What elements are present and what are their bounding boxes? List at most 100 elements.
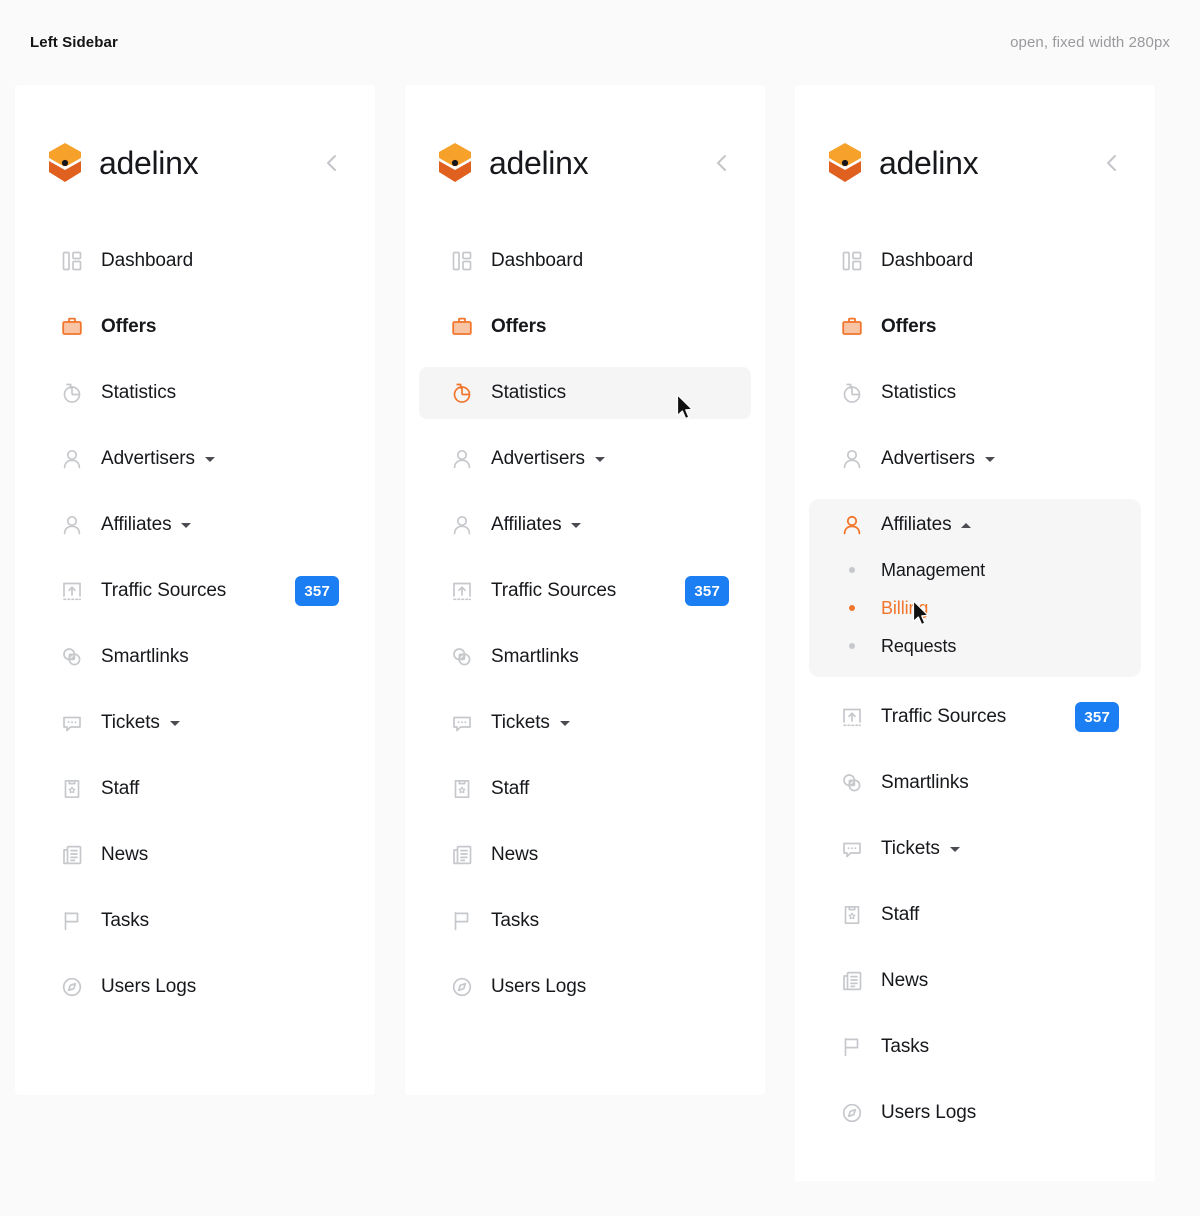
sidebar-item-label: Users Logs bbox=[101, 976, 197, 997]
sidebar-item-label: Tasks bbox=[101, 910, 150, 931]
sidebar-item-tasks[interactable]: Tasks bbox=[29, 895, 361, 947]
sidebar-item-label: Advertisers bbox=[881, 448, 975, 469]
chevron-down-icon[interactable] bbox=[984, 456, 995, 462]
sidebar-item-smartlinks[interactable]: Smartlinks bbox=[419, 631, 751, 683]
user-icon bbox=[59, 446, 85, 472]
chevron-left-icon[interactable] bbox=[707, 148, 737, 178]
sidebar-item-label: Traffic Sources bbox=[491, 580, 617, 601]
sidebar-item-label: Advertisers bbox=[491, 448, 585, 469]
bullet-dot-icon bbox=[839, 605, 865, 611]
briefcase-icon bbox=[59, 314, 85, 340]
sidebar-item-users-logs[interactable]: Users Logs bbox=[29, 961, 361, 1013]
briefcase-icon bbox=[839, 314, 865, 340]
sidebar-item-traffic-sources[interactable]: Traffic Sources 357 bbox=[419, 565, 751, 617]
newspaper-icon bbox=[839, 968, 865, 994]
sidebar-item-smartlinks[interactable]: Smartlinks bbox=[809, 757, 1141, 809]
sidebar-item-tasks[interactable]: Tasks bbox=[419, 895, 751, 947]
sidebar-item-label: Smartlinks bbox=[101, 646, 189, 667]
brand-row: adelinx bbox=[795, 121, 1155, 205]
sidebar-item-affiliates[interactable]: Affiliates bbox=[809, 499, 1141, 551]
chevron-down-icon[interactable] bbox=[949, 846, 960, 852]
sidebar-item-label: Affiliates bbox=[101, 514, 172, 535]
sidebar-item-traffic-sources[interactable]: Traffic Sources 357 bbox=[809, 691, 1141, 743]
link-rings-icon bbox=[839, 770, 865, 796]
chevron-down-icon[interactable] bbox=[204, 456, 215, 462]
sidebar-item-offers[interactable]: Offers bbox=[29, 301, 361, 353]
sidebar-item-advertisers[interactable]: Advertisers bbox=[29, 433, 361, 485]
status-badge: 357 bbox=[1075, 702, 1119, 732]
sidebar-item-statistics[interactable]: Statistics bbox=[809, 367, 1141, 419]
chevron-down-icon[interactable] bbox=[571, 522, 582, 528]
sidebar-item-dashboard[interactable]: Dashboard bbox=[29, 235, 361, 287]
sidebar-subitem-billing[interactable]: Billing bbox=[809, 589, 1141, 627]
flag-icon bbox=[59, 908, 85, 934]
sidebar-item-news[interactable]: News bbox=[29, 829, 361, 881]
sidebar-item-staff[interactable]: Staff bbox=[29, 763, 361, 815]
panel-slot-hover: adelinx Dashboard Offers Statistics Adve… bbox=[390, 85, 780, 1181]
compass-icon bbox=[449, 974, 475, 1000]
sidebar-item-news[interactable]: News bbox=[809, 955, 1141, 1007]
sidebar-item-staff[interactable]: Staff bbox=[419, 763, 751, 815]
sidebar-item-label: Dashboard bbox=[491, 250, 584, 271]
sidebar-item-tickets[interactable]: Tickets bbox=[29, 697, 361, 749]
sidebar-item-news[interactable]: News bbox=[419, 829, 751, 881]
sidebar-item-affiliates[interactable]: Affiliates bbox=[419, 499, 751, 551]
sidebar-item-statistics[interactable]: Statistics bbox=[29, 367, 361, 419]
sidebar-item-label: Staff bbox=[491, 778, 530, 799]
panel-row: adelinx Dashboard Offers Statistics Adve… bbox=[0, 85, 1200, 1181]
chevron-left-icon[interactable] bbox=[317, 148, 347, 178]
sidebar-item-label: Smartlinks bbox=[881, 772, 969, 793]
sidebar-item-statistics[interactable]: Statistics bbox=[419, 367, 751, 419]
panel-slot-expanded: adelinx Dashboard Offers Statistics Adve… bbox=[780, 85, 1170, 1181]
upload-box-icon bbox=[59, 578, 85, 604]
sidebar-item-affiliates[interactable]: Affiliates bbox=[29, 499, 361, 551]
chevron-down-icon[interactable] bbox=[559, 720, 570, 726]
page-title: Left Sidebar bbox=[30, 34, 118, 51]
sidebar-item-label: Statistics bbox=[101, 382, 177, 403]
sidebar-item-traffic-sources[interactable]: Traffic Sources 357 bbox=[29, 565, 361, 617]
sidebar-item-label: Dashboard bbox=[881, 250, 974, 271]
sidebar-item-tasks[interactable]: Tasks bbox=[809, 1021, 1141, 1073]
chevron-down-icon[interactable] bbox=[169, 720, 180, 726]
chevron-down-icon[interactable] bbox=[181, 522, 192, 528]
sidebar-subitem-management[interactable]: Management bbox=[809, 551, 1141, 589]
sidebar-state-note: open, fixed width 280px bbox=[1010, 34, 1170, 51]
badge-star-icon bbox=[449, 776, 475, 802]
newspaper-icon bbox=[449, 842, 475, 868]
pie-chart-icon bbox=[59, 380, 85, 406]
sidebar-item-users-logs[interactable]: Users Logs bbox=[809, 1087, 1141, 1139]
sidebar-item-label: Traffic Sources bbox=[101, 580, 227, 601]
sidebar-item-offers[interactable]: Offers bbox=[809, 301, 1141, 353]
sidebar-item-users-logs[interactable]: Users Logs bbox=[419, 961, 751, 1013]
sidebar-item-staff[interactable]: Staff bbox=[809, 889, 1141, 941]
sidebar-item-tickets[interactable]: Tickets bbox=[809, 823, 1141, 875]
sidebar-item-offers[interactable]: Offers bbox=[419, 301, 751, 353]
sidebar-item-label: Traffic Sources bbox=[881, 706, 1007, 727]
sidebar-item-advertisers[interactable]: Advertisers bbox=[419, 433, 751, 485]
sidebar-item-label: Dashboard bbox=[101, 250, 194, 271]
sidebar-item-label: Affiliates bbox=[881, 514, 952, 535]
sidebar-subitem-label: Management bbox=[881, 559, 986, 580]
user-icon bbox=[59, 512, 85, 538]
sidebar-panel-hover: adelinx Dashboard Offers Statistics Adve… bbox=[405, 85, 765, 1095]
sidebar-item-advertisers[interactable]: Advertisers bbox=[809, 433, 1141, 485]
status-badge: 357 bbox=[295, 576, 339, 606]
sidebar-item-dashboard[interactable]: Dashboard bbox=[809, 235, 1141, 287]
chat-bubble-icon bbox=[59, 710, 85, 736]
flag-icon bbox=[839, 1034, 865, 1060]
sidebar-subitem-label: Requests bbox=[881, 635, 957, 656]
sidebar-subitem-requests[interactable]: Requests bbox=[809, 627, 1141, 665]
sidebar-item-label: Users Logs bbox=[881, 1102, 977, 1123]
sidebar-item-label: Tickets bbox=[491, 712, 550, 733]
chevron-up-icon[interactable] bbox=[961, 522, 972, 528]
chevron-down-icon[interactable] bbox=[594, 456, 605, 462]
sidebar-item-tickets[interactable]: Tickets bbox=[419, 697, 751, 749]
sidebar-item-label: Staff bbox=[881, 904, 920, 925]
sidebar-item-dashboard[interactable]: Dashboard bbox=[419, 235, 751, 287]
sidebar-item-label: Offers bbox=[491, 316, 547, 337]
upload-box-icon bbox=[449, 578, 475, 604]
chevron-left-icon[interactable] bbox=[1097, 148, 1127, 178]
briefcase-icon bbox=[449, 314, 475, 340]
sidebar-item-smartlinks[interactable]: Smartlinks bbox=[29, 631, 361, 683]
chat-bubble-icon bbox=[839, 836, 865, 862]
